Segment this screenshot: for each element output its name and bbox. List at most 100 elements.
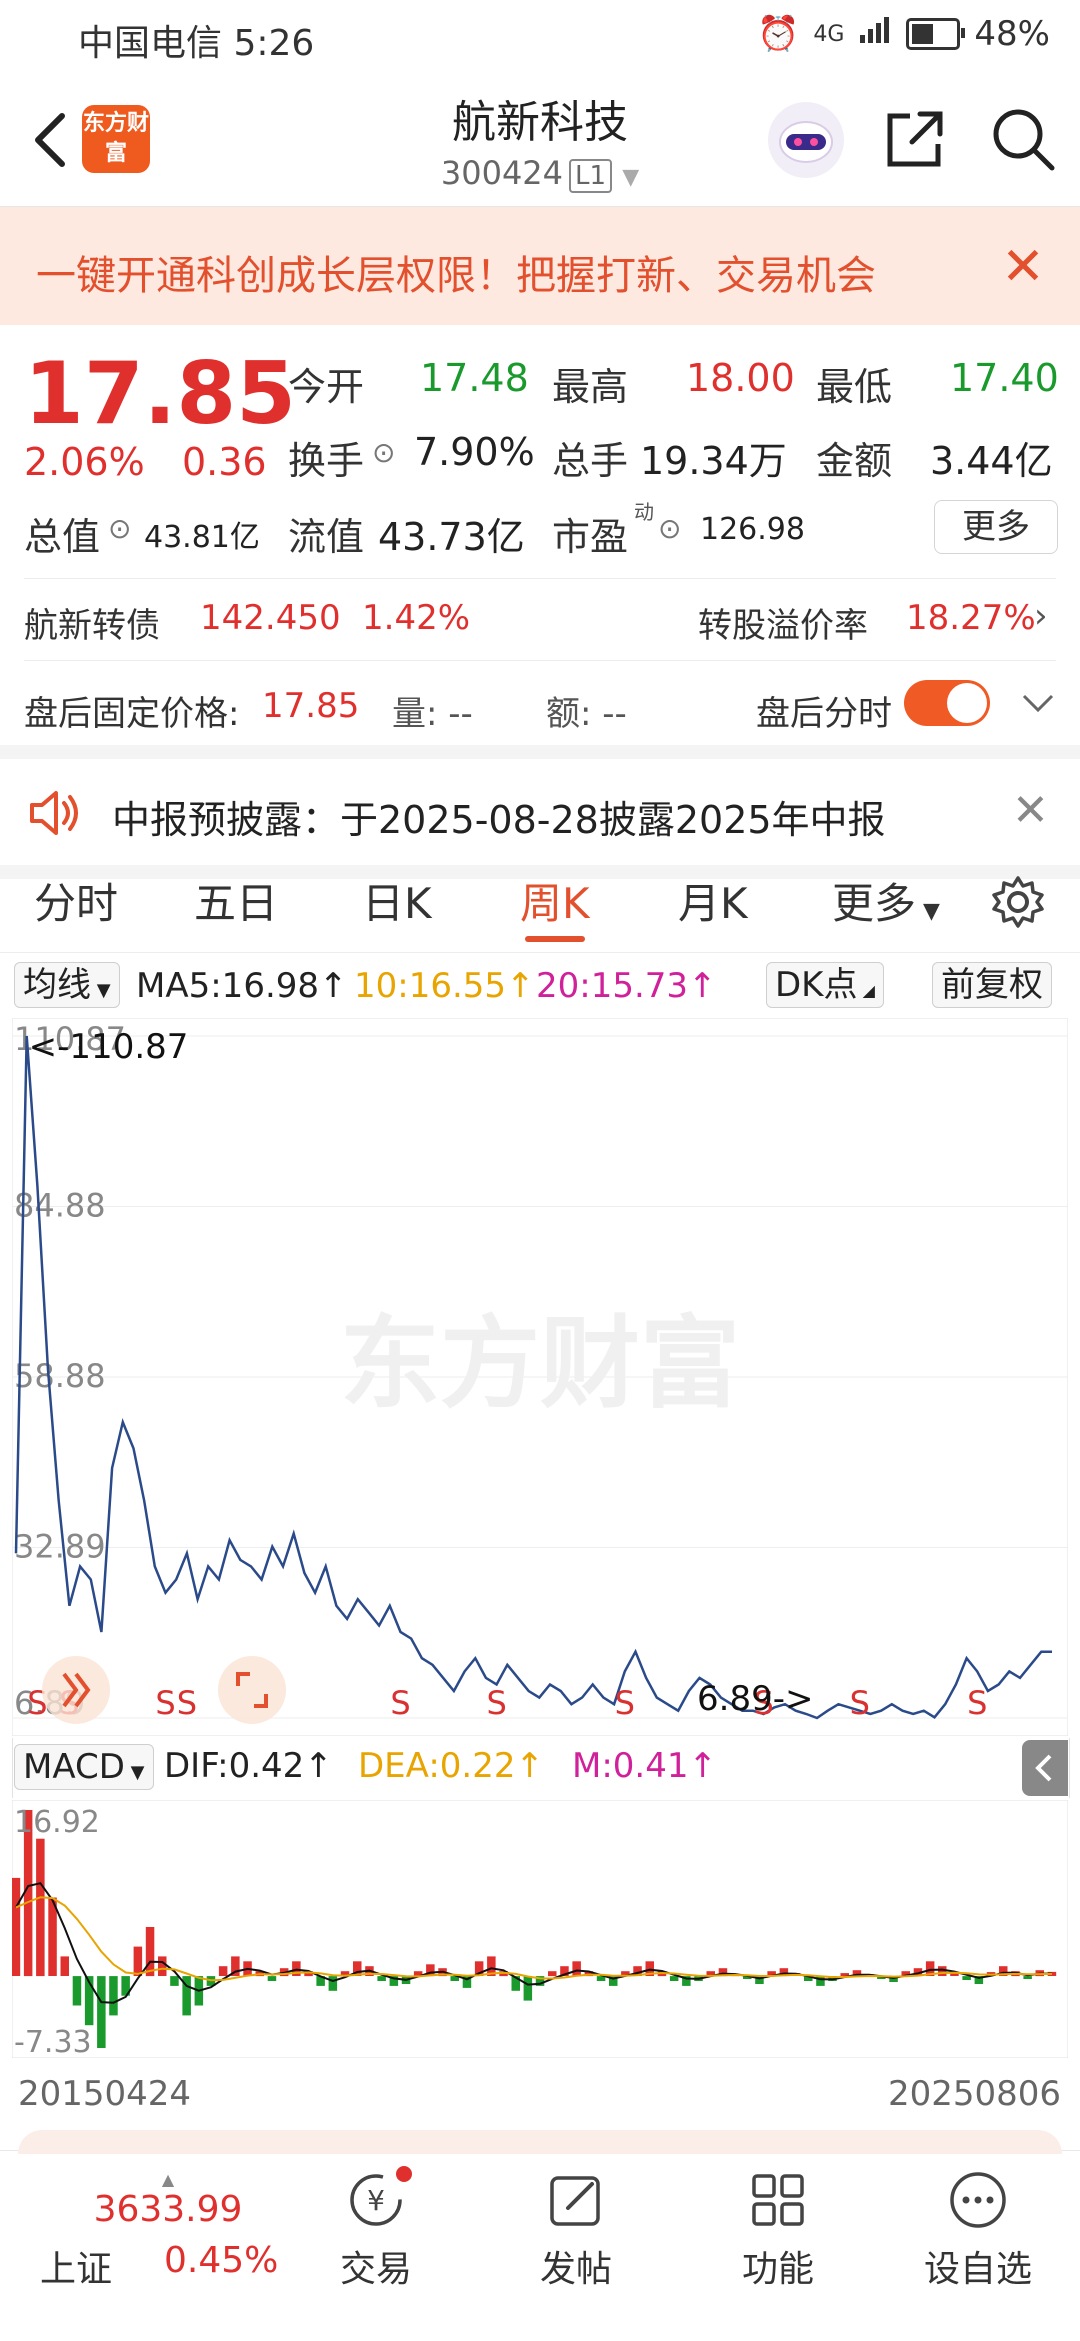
after-hours-price: 17.85 [262,686,360,726]
promo-strip [18,2130,1062,2154]
macd-bar [1023,1976,1032,1979]
low-value: 17.40 [950,356,1059,400]
macd-bar [962,1976,971,1980]
premium-label[interactable]: 转股溢价率 [698,598,868,647]
min-price-label: 6.89-> [697,1679,813,1719]
macd-bar [669,1976,679,1981]
caret-down-icon: ▼ [124,1762,145,1783]
level-tag: L1 [569,159,613,193]
nav-post[interactable]: 发帖 [506,2170,646,2292]
caret-down-icon: ▼ [916,899,940,924]
macd-bar-chart[interactable]: 16.92 -7.33 [12,1800,1068,2058]
low-label: 最低 [816,365,893,409]
current-price: 17.85 [24,344,297,444]
up-arrow-icon: ↑ [506,966,535,1006]
dk-point-select[interactable]: DK点 ◢ [766,962,884,1008]
macd-bar [328,1976,338,1991]
up-arrow-icon: ↑ [304,1746,333,1786]
promo-banner[interactable]: 一键开通科创成长层权限！把握打新、交易机会 ✕ [0,207,1080,325]
bond-name[interactable]: 航新转债 [24,598,160,647]
volume-label: 总手 [552,439,629,483]
stock-header: 东方财富 航新科技 300424 L1 ▼ [0,72,1080,207]
notice-bar[interactable]: 中报预披露：于2025-08-28披露2025年中报 ✕ [0,745,1080,879]
high-value: 18.00 [686,356,795,400]
after-hours-toggle[interactable] [904,680,990,726]
caret-up-icon: ▲ [161,2170,175,2189]
ma-select[interactable]: 均线 ▼ [14,962,120,1008]
corner-triangle-icon: ◢ [857,981,875,1000]
tab-intraday[interactable]: 分时 [34,870,118,931]
ma20-value: 20:15.73↑ [536,966,717,1006]
index-value: 3633.99 [93,2189,243,2230]
bond-pct: 1.42% [362,598,471,638]
macd-bar [97,1976,106,2048]
ma-select-label: 均线 [23,965,91,1005]
tab-weekly-k[interactable]: 周K [520,870,590,931]
expand-icon[interactable] [218,1656,286,1724]
macd-bar [548,1971,557,1977]
sell-marker: S [155,1684,175,1722]
active-tab-indicator [525,936,585,942]
change-amount: 0.36 [182,440,267,484]
nav-trade[interactable]: ¥ 交易 [306,2166,446,2292]
price-line-chart[interactable]: 东方财富 110.8784.8858.8832.896.89 SSSSSSSSS… [12,1018,1068,1736]
robot-assistant-icon[interactable] [768,102,844,178]
ma5-value: MA5:16.98↑ [136,966,348,1006]
tab-five-day[interactable]: 五日 [194,870,278,931]
x-end-date: 20250806 [888,2074,1062,2114]
high-label: 最高 [552,365,629,409]
y-tick-label: 32.89 [14,1528,106,1566]
double-chevron-icon[interactable] [42,1656,110,1724]
sell-marker: S [850,1684,870,1722]
caret-down-icon: ▼ [91,980,111,1001]
notice-text: 中报预披露：于2025-08-28披露2025年中报 [112,798,886,842]
share-icon[interactable] [880,104,950,174]
dea-value: DEA:0.22↑ [358,1746,544,1786]
y-tick-label: 16.92 [14,1805,100,1840]
chevron-down-icon[interactable] [1018,678,1058,728]
info-icon[interactable]: ⊙ [658,512,681,545]
status-bar: 中国电信 5:26 ⏰ 4G 48% [0,0,1080,72]
nav-functions-label: 功能 [741,2249,814,2290]
nav-add-watchlist-label: 设自选 [923,2249,1032,2290]
tab-daily-k[interactable]: 日K [362,870,432,931]
trade-icon: ¥ [346,2166,412,2230]
search-icon[interactable] [988,104,1058,174]
dif-value: DIF:0.42↑ [164,1746,333,1786]
macd-bar [377,1976,386,1981]
after-hours-volume: 量: -- [392,694,473,734]
macd-bar [72,1976,82,2006]
info-icon[interactable]: ⊙ [108,512,131,545]
y-tick-label: 84.88 [14,1187,106,1225]
gear-icon[interactable] [990,874,1046,930]
edit-icon [546,2170,606,2230]
signal-icon [858,14,892,54]
notification-dot [396,2166,412,2182]
sell-marker: S [177,1684,197,1722]
more-button[interactable]: 更多 [934,500,1058,554]
tab-more-label: 更多 [832,879,917,928]
macd-bar [572,1961,581,1976]
sell-marker: S [615,1684,635,1722]
info-icon[interactable]: ⊙ [372,436,395,469]
close-icon[interactable]: ✕ [998,237,1048,297]
collapse-panel-button[interactable] [1022,1740,1068,1796]
macd-bar [133,1946,143,1976]
nav-add-watchlist[interactable]: 设自选 [908,2170,1048,2292]
turnover-label: 换手 [288,439,365,483]
macd-bar [267,1976,277,1981]
tab-more[interactable]: 更多 ▼ [832,870,940,931]
adjust-select[interactable]: 前复权 [932,962,1052,1008]
close-icon[interactable]: ✕ [1012,785,1049,836]
after-hours-intraday-label: 盘后分时 [756,694,892,734]
chevron-right-icon[interactable]: › [1034,596,1048,636]
macd-bar [12,1877,21,1976]
index-ticker[interactable]: ▲ 3633.99 [68,2170,268,2230]
indicator-select[interactable]: MACD ▼ [14,1744,154,1790]
ma10-value: 10:16.55↑ [354,966,535,1006]
tab-monthly-k[interactable]: 月K [678,870,748,931]
nav-functions[interactable]: 功能 [708,2170,848,2292]
pe-dynamic-tag: 动 [634,500,654,524]
after-hours-label: 盘后固定价格: [24,694,240,734]
sell-marker: S [390,1684,410,1722]
